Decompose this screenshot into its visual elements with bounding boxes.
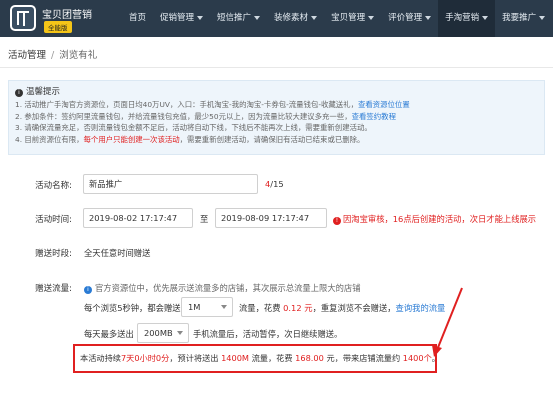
daily-max-text: 每天最多送出	[84, 329, 134, 339]
signing-tutorial-link[interactable]: 查看签约教程	[352, 112, 396, 121]
info-icon: i	[15, 89, 23, 97]
view-resource-link[interactable]: 查看资源位位置	[358, 100, 410, 109]
chevron-down-icon	[425, 15, 432, 20]
campaign-summary: 本活动持续7天0小时0分，预计将送出 1400M 流量，花费 168.00 元，…	[73, 344, 440, 373]
breadcrumb-current: 浏览有礼	[59, 50, 98, 61]
chevron-down-icon	[254, 15, 261, 20]
start-time-input[interactable]: 2019-08-02 17:17:47	[83, 208, 193, 228]
tip-line-2: 2. 参加条件：签约阿里流量钱包，并给流量钱包充值，最少50元以上，因为流量比较…	[15, 111, 396, 121]
chevron-down-icon	[539, 15, 546, 20]
chevron-down-icon	[482, 15, 489, 20]
nav-item-home[interactable]: 首页	[122, 0, 153, 37]
daily-tail-text: 手机流量后，活动暂停，次日继续赠送。	[193, 329, 343, 339]
chevron-down-icon	[368, 15, 375, 20]
name-char-count: 4/15	[265, 179, 284, 189]
chevron-down-icon	[221, 305, 227, 309]
edition-badge: 全能版	[44, 21, 72, 33]
breadcrumb-separator: /	[51, 50, 55, 61]
tip-line-3: 3. 请确保流量充足，否则流量钱包金额不足后，活动将自动下线，下线后不能再次上线…	[15, 123, 372, 133]
activity-name-label: 活动名称:	[35, 181, 72, 191]
divider	[0, 67, 553, 68]
every-view-text: 每个浏览5秒钟，都会赠送	[84, 303, 181, 313]
nav-item-advertise[interactable]: 我要推广	[495, 0, 552, 37]
tip-line-1: 1. 活动推广手淘官方资源位，页面日均40万UV，入口：手机淘宝-我的淘宝-卡券…	[15, 100, 410, 109]
nav-item-promotion[interactable]: 促销管理	[153, 0, 210, 37]
app-logo-icon[interactable]	[10, 5, 36, 31]
top-nav-bar: 宝贝团营销 全能版 首页 促销管理 短信推广 装修素材 宝贝管理 评价管理 手淘…	[0, 0, 553, 37]
period-value: 全天任意时间赠送	[84, 248, 151, 258]
brand-name: 宝贝团营销	[42, 10, 92, 21]
main-nav: 首页 促销管理 短信推广 装修素材 宝贝管理 评价管理 手淘营销 我要推广	[122, 0, 552, 37]
nav-item-reviews[interactable]: 评价管理	[381, 0, 438, 37]
activity-name-input[interactable]: 新品推广	[83, 174, 258, 194]
nav-item-mobile-taobao[interactable]: 手淘营销	[438, 0, 496, 37]
time-notice: ! 因淘宝审核，16点后创建的活动，次日才能上线展示	[333, 213, 536, 225]
query-flow-link[interactable]: 查询我的流量	[396, 303, 446, 313]
period-label: 赠送时段:	[35, 249, 72, 259]
end-time-input[interactable]: 2019-08-09 17:17:47	[215, 208, 327, 228]
breadcrumb-root[interactable]: 活动管理	[8, 50, 46, 61]
time-separator: 至	[200, 214, 209, 224]
chevron-down-icon	[177, 331, 183, 335]
nav-item-sms[interactable]: 短信推广	[210, 0, 267, 37]
tip-line-4: 4. 目前资源位有限，每个用户只能创建一次该活动，需要重新创建活动，请确保旧有活…	[15, 134, 365, 144]
tips-title: i 温馨提示	[15, 85, 538, 97]
cost-per-view: 流量，花费 0.12 元，重复浏览不会赠送，查询我的流量	[239, 303, 446, 313]
chevron-down-icon	[197, 15, 204, 20]
alert-icon: !	[333, 217, 341, 225]
flow-label: 赠送流量:	[35, 284, 72, 294]
info-icon: i	[84, 286, 92, 294]
flow-info: i 官方资源位中，优先展示送流量多的店铺，其次展示总流量上限大的店铺	[84, 282, 361, 294]
per-view-amount-select[interactable]: 1M	[181, 297, 233, 317]
breadcrumb: 活动管理 / 浏览有礼	[8, 47, 97, 61]
chevron-down-icon	[311, 15, 318, 20]
nav-item-decoration[interactable]: 装修素材	[267, 0, 324, 37]
tips-panel: i 温馨提示 1. 活动推广手淘官方资源位，页面日均40万UV，入口：手机淘宝-我…	[8, 80, 545, 155]
activity-time-label: 活动时间:	[35, 215, 72, 225]
nav-item-products[interactable]: 宝贝管理	[324, 0, 381, 37]
daily-amount-select[interactable]: 200MB	[137, 323, 189, 343]
